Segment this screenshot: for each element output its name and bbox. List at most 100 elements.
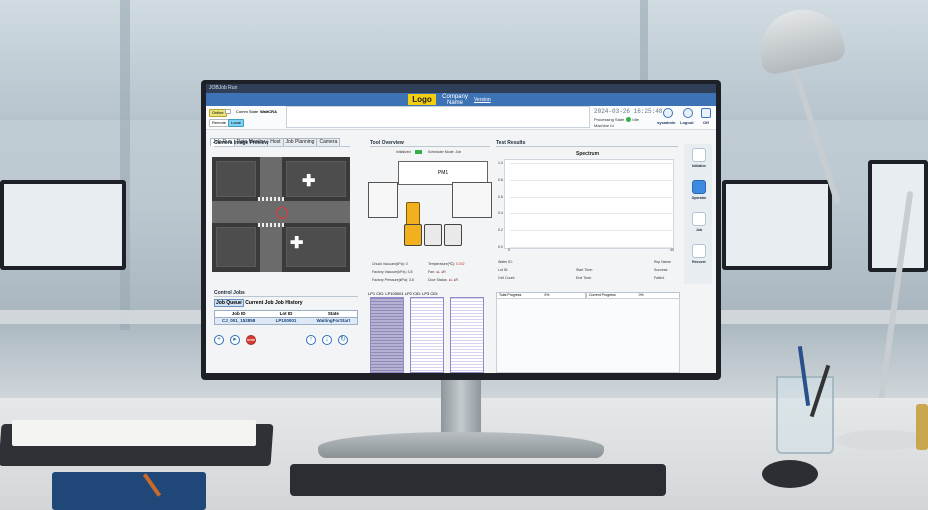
factory-vacuum-label: Factory Vacuum(kPa): [372, 270, 407, 274]
fan-right: R [443, 270, 446, 274]
initialized-indicator [415, 150, 422, 154]
loadport-2[interactable] [444, 224, 462, 246]
job-icon[interactable] [692, 212, 706, 226]
move-down-button[interactable]: ↓ [322, 335, 332, 345]
main-tabs: Job Run Data Monitor Host Job Planning Camer… [210, 130, 341, 146]
table-row[interactable]: CJ_001_152858 LP100001 WaitingForStart [215, 318, 357, 324]
logout-label[interactable]: Logout [680, 120, 694, 125]
recover-icon[interactable] [692, 244, 706, 258]
stop-button[interactable]: STOP [246, 335, 256, 345]
x-tick-label: 0 [508, 248, 510, 252]
control-jobs-title: Control Jobs [214, 290, 358, 297]
background-monitor [722, 180, 832, 270]
camera-title: Camera Image Preview [214, 140, 350, 147]
col-job-id[interactable]: Job ID [215, 311, 262, 317]
temperature-value: 0.002 [455, 262, 465, 266]
temperature: Temperature(℃): 0.002 [428, 262, 465, 266]
left-chamber[interactable] [368, 182, 398, 218]
loadport-1-slots[interactable] [370, 297, 404, 373]
recover-label[interactable]: Recover [686, 260, 712, 264]
move-up-button[interactable]: ↑ [306, 335, 316, 345]
sound-label[interactable]: Off [703, 120, 709, 125]
cell-state: WaitingForStart [316, 318, 351, 323]
keyboard [290, 464, 666, 496]
log-panel[interactable] [496, 298, 680, 373]
local-button[interactable]: Local [228, 119, 244, 127]
spectrum-chart[interactable] [504, 159, 674, 249]
table-header: Job ID Lot ID State [215, 311, 357, 318]
tab-job-history[interactable]: Job History [275, 300, 303, 306]
factory-pressure: Factory Pressure(kPa): 3.8 [372, 278, 414, 282]
logo: Logo [408, 94, 436, 105]
cell-lot-id: LP100001 [275, 318, 297, 323]
cross-marker: ✚ [302, 173, 316, 190]
remote-button[interactable]: Remote [209, 119, 230, 127]
monitor: JOBJob Run Logo Company Name Version Onl… [201, 80, 721, 380]
rcp-name-label: Rcp Name: [654, 260, 672, 264]
operator-label[interactable]: Operator [686, 196, 712, 200]
user-label[interactable]: sysadmin [657, 120, 675, 125]
failed-label: Failed: [654, 276, 665, 280]
online-badge[interactable]: Online [209, 109, 227, 117]
message-box[interactable] [286, 106, 590, 128]
y-tick-label: 0.2 [498, 228, 503, 233]
right-chamber[interactable] [452, 182, 492, 218]
lot-id-label: Lot ID: [498, 268, 509, 272]
y-tick-label: 0.6 [498, 194, 503, 199]
initialize-label[interactable]: Initialize [686, 164, 712, 168]
cross-marker: ✚ [290, 235, 304, 252]
app-header: Logo Company Name Version [206, 93, 716, 106]
tab-job-queue[interactable]: Job Queue [214, 299, 244, 307]
col-lot-id[interactable]: Lot ID [262, 311, 309, 317]
lp1-label: LP1 [368, 291, 376, 296]
start-job-button[interactable]: ▸ [230, 335, 240, 345]
chuck-vacuum-label: Chuck Vacuum(kPa): [372, 262, 405, 266]
fan-left: L [438, 270, 440, 274]
wafer-id-label: Wafer ID: [498, 260, 513, 264]
end-time-label: End Time: [576, 276, 592, 280]
chuck-vacuum: Chuck Vacuum(kPa): 0 [372, 262, 408, 266]
status-dot [626, 117, 632, 123]
tool-overview-title: Tool Overview [370, 140, 490, 147]
factory-vacuum-value: 3.8 [407, 270, 413, 274]
scheduler-mode: Scheduler Mode: Job [428, 150, 461, 154]
loadport-active[interactable] [404, 224, 422, 246]
job-label[interactable]: Job [686, 228, 712, 232]
lp1-cid: CID: LP100001 [376, 291, 404, 296]
version-link[interactable]: Version [474, 97, 491, 103]
grid-line [510, 196, 674, 198]
refresh-button[interactable]: ↻ [338, 335, 348, 345]
grid-line [510, 247, 674, 248]
x-tick-label: 40 [670, 248, 674, 252]
loadport-2-slots[interactable] [410, 297, 444, 373]
door-status-label: Door Status: [428, 278, 448, 282]
map-block [216, 227, 256, 267]
y-tick-label: 0.8 [498, 177, 503, 182]
window-titlebar: JOBJob Run [206, 84, 716, 93]
map-block [286, 161, 346, 197]
crosswalk [258, 223, 284, 227]
user-icon[interactable] [663, 108, 673, 118]
target-marker [276, 207, 288, 219]
current-progress-value: 0% [638, 293, 644, 297]
add-job-button[interactable]: + [214, 335, 224, 345]
logout-icon[interactable] [683, 108, 693, 118]
factory-pressure-value: 3.8 [408, 278, 414, 282]
sound-icon[interactable] [701, 108, 711, 118]
loadport-3-slots[interactable] [450, 297, 484, 373]
initialize-icon[interactable] [692, 148, 706, 162]
cell-job-id: CJ_001_152858 [222, 318, 256, 323]
total-progress-value: 0% [544, 293, 550, 297]
camera-image[interactable]: ✚ ✚ [212, 157, 350, 272]
y-tick-label: 1.0 [498, 161, 503, 165]
pillar [120, 0, 130, 330]
y-tick-label: 0.0 [498, 245, 503, 249]
crosswalk [258, 197, 284, 201]
app-window: JOBJob Run Logo Company Name Version Onl… [206, 84, 716, 373]
loadport-1[interactable] [424, 224, 442, 246]
hand-icon[interactable] [692, 180, 706, 194]
col-state[interactable]: State [310, 311, 357, 317]
map-block [216, 161, 256, 197]
background-monitor [0, 180, 126, 270]
tab-current-job[interactable]: Current Job [245, 300, 273, 306]
